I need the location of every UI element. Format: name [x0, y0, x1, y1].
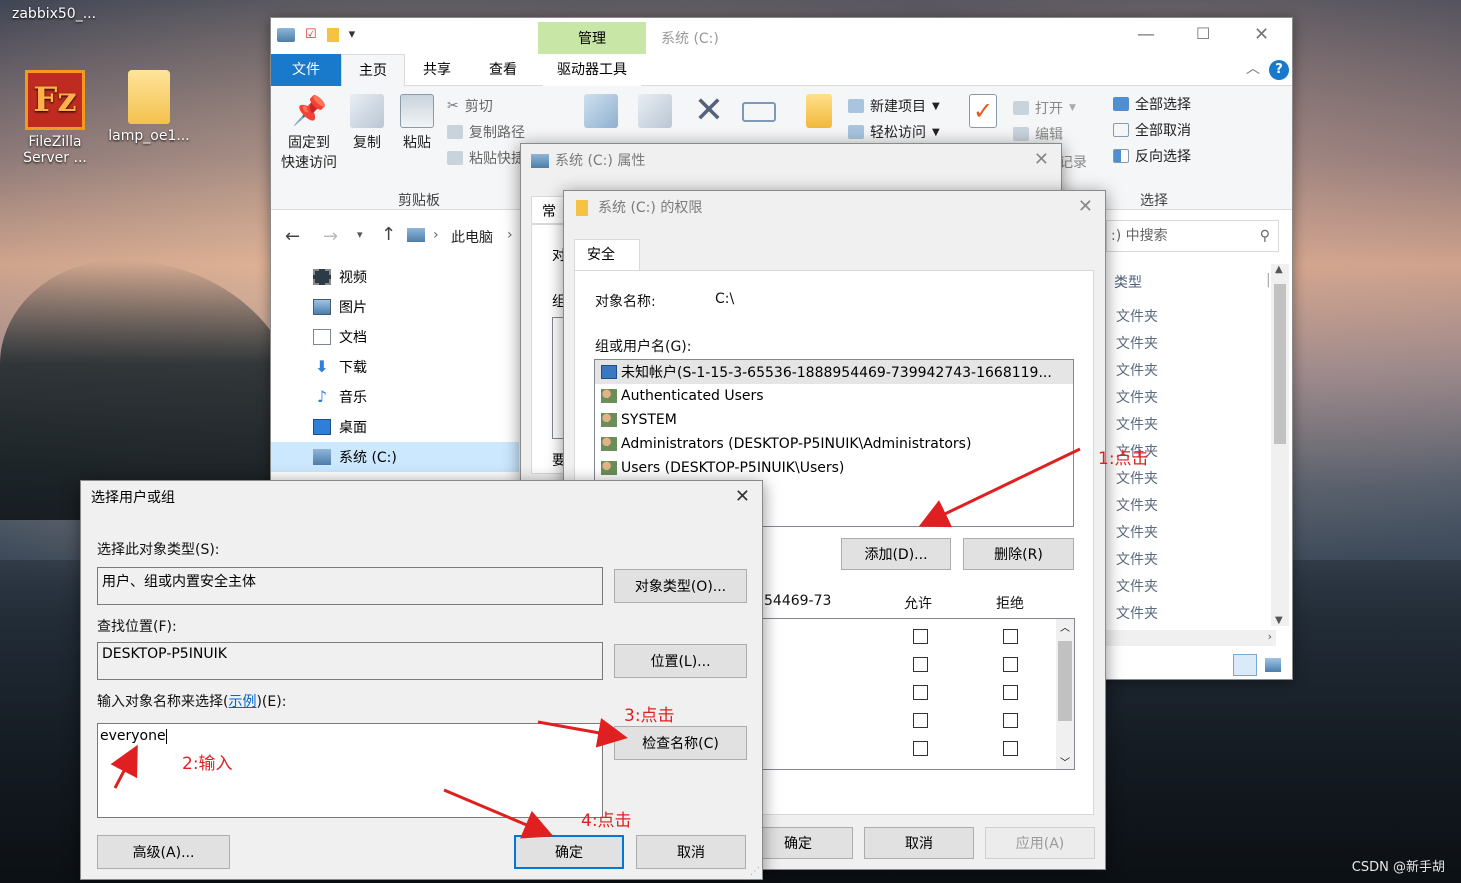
- annotation-step3: 3:点击: [624, 706, 675, 726]
- arrow-step1: [918, 447, 1081, 528]
- annotation-step4: 4:点击: [581, 811, 632, 831]
- arrow-step3: [537, 718, 628, 748]
- arrow-step4: [443, 788, 554, 839]
- arrow-step2: [110, 744, 138, 789]
- annotation-step1: 1:点击: [1098, 449, 1149, 469]
- annotation-step2: 2:输入: [182, 754, 233, 774]
